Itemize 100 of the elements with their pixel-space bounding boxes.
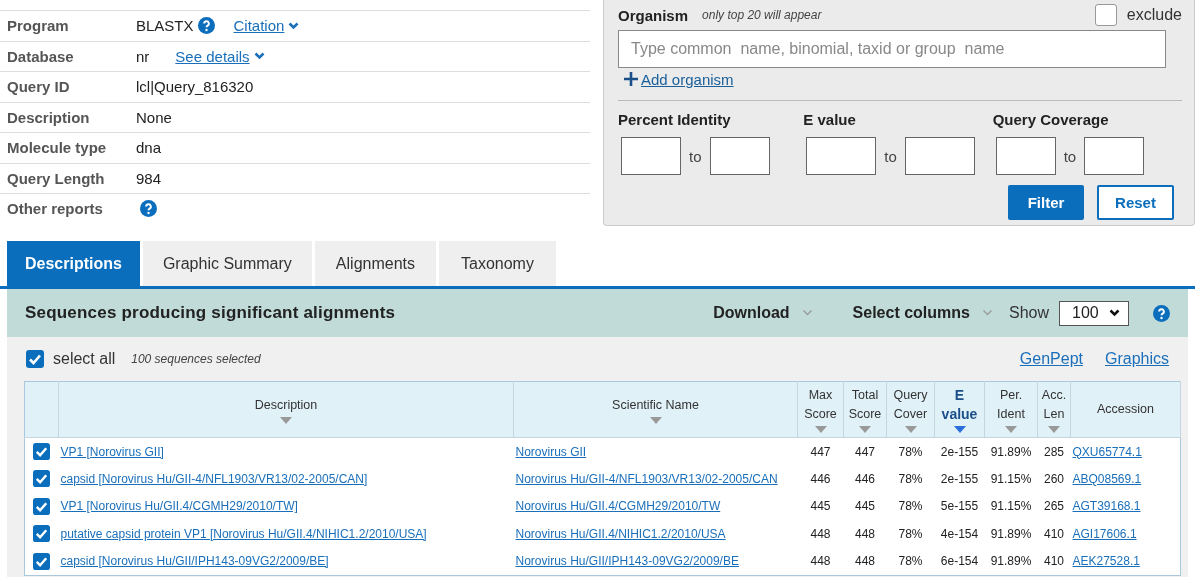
range-from-field[interactable] xyxy=(995,137,1056,175)
summary-label: Database xyxy=(7,47,75,65)
sort-arrow-icon xyxy=(1005,426,1017,433)
dropdown-link[interactable]: Citation xyxy=(233,17,285,35)
table-link[interactable]: VP1 [Norovirus Hu/GII.4/CGMH29/2010/TW] xyxy=(60,499,298,514)
accession-link[interactable]: AGI17606.1 xyxy=(1072,526,1137,541)
checkbox[interactable] xyxy=(33,443,51,460)
range-to-field[interactable] xyxy=(904,137,975,175)
summary-label: Molecule type xyxy=(7,139,108,157)
table-link[interactable]: putative capsid protein VP1 [Norovirus Hu/GII.4/NIHIC1.2/2010/USA] xyxy=(60,526,427,541)
select-columns-menu[interactable]: Select columns xyxy=(852,304,993,322)
to-label: to xyxy=(689,147,702,165)
table-cell: 78% xyxy=(898,471,923,486)
to-label: to xyxy=(1063,147,1077,165)
to-label: to xyxy=(884,147,897,165)
table-cell: 448 xyxy=(810,526,831,541)
organism-label: Organism xyxy=(618,6,689,24)
sort-arrow-icon xyxy=(280,416,292,424)
accession-link[interactable]: ABQ08569.1 xyxy=(1072,471,1142,486)
table-cell: 91.15% xyxy=(990,471,1032,486)
checkbox[interactable] xyxy=(26,350,44,368)
exclude-checkbox[interactable] xyxy=(1094,4,1117,26)
checkbox[interactable] xyxy=(33,552,51,570)
table-cell: 4e-154 xyxy=(940,526,979,541)
range-label: E value xyxy=(803,111,856,128)
accession-link[interactable]: AGT39168.1 xyxy=(1072,499,1141,514)
range-to-field[interactable] xyxy=(709,137,770,175)
table-link[interactable]: VP1 [Norovirus GII] xyxy=(60,444,164,459)
table-cell: 448 xyxy=(810,554,831,568)
reset-button[interactable]: Reset xyxy=(1097,185,1174,220)
sort-arrow-icon xyxy=(859,426,871,433)
help-icon[interactable] xyxy=(1153,304,1170,322)
summary-value: None xyxy=(136,108,172,126)
range-from-field[interactable] xyxy=(806,137,877,175)
table-cell: 6e-154 xyxy=(940,554,979,568)
summary-label: Other reports xyxy=(7,200,104,218)
organism-input-field[interactable]: Type common name, binomial, taxid or group name xyxy=(618,30,1166,68)
show-label: Show xyxy=(1008,304,1049,322)
tab[interactable]: Alignments xyxy=(314,241,436,286)
checkbox[interactable] xyxy=(33,470,51,488)
table-link[interactable]: Norovirus GII xyxy=(515,444,587,459)
column-header[interactable]: Accession xyxy=(1070,381,1181,438)
table-cell: 448 xyxy=(855,526,875,541)
table-cell: 2e-155 xyxy=(940,444,979,459)
column-header[interactable]: Query Cover xyxy=(886,381,935,438)
summary-value: lcl|Query_816320 xyxy=(136,78,254,96)
checkbox[interactable] xyxy=(33,525,51,543)
summary-value: dna xyxy=(136,139,162,157)
range-from-field[interactable] xyxy=(621,137,681,175)
tab[interactable]: Descriptions xyxy=(7,241,140,286)
checkbox[interactable] xyxy=(33,497,51,515)
chevron-icon xyxy=(801,309,813,317)
table-cell: 445 xyxy=(810,499,831,514)
select-all-label: select all xyxy=(53,350,116,368)
column-header[interactable]: Acc. Len xyxy=(1037,381,1071,438)
column-header[interactable]: E value xyxy=(934,381,985,438)
chevron-down-icon xyxy=(253,52,265,61)
chevron-down-icon xyxy=(288,21,300,30)
column-header[interactable]: Per. Ident xyxy=(984,381,1038,438)
tab[interactable]: Taxonomy xyxy=(439,241,556,286)
range-to-field[interactable] xyxy=(1084,137,1145,175)
sort-arrow-icon xyxy=(1048,426,1060,433)
table-link[interactable]: Norovirus Hu/GII-4/NFL1903/VR13/02-2005/CAN xyxy=(515,471,778,486)
sort-arrow-icon xyxy=(953,426,966,433)
accession-link[interactable]: AEK27528.1 xyxy=(1072,554,1140,568)
sort-arrow-icon xyxy=(814,426,827,433)
add-organism-link[interactable]: Add organism xyxy=(641,70,734,88)
column-header[interactable]: Total Score xyxy=(843,381,887,438)
results-title: Sequences producing significant alignments xyxy=(25,303,396,323)
selection-note: 100 sequences selected xyxy=(131,352,261,366)
column-header[interactable]: Scientific Name xyxy=(513,381,798,438)
summary-label: Query ID xyxy=(7,78,71,96)
help-icon[interactable] xyxy=(140,200,157,218)
chevron-down-icon xyxy=(1109,309,1120,317)
table-cell: 260 xyxy=(1044,471,1064,486)
table-cell: 91.89% xyxy=(990,444,1032,459)
table-link[interactable]: capsid [Norovirus Hu/GII/IPH143-09VG2/2009/BE] xyxy=(60,554,329,568)
filter-button[interactable]: Filter xyxy=(1008,185,1084,220)
download-menu[interactable]: Download xyxy=(713,304,813,322)
table-link[interactable]: Norovirus Hu/GII.4/NIHIC1.2/2010/USA xyxy=(515,526,726,541)
table-cell: 447 xyxy=(855,444,875,459)
table-link[interactable]: Norovirus Hu/GII.4/CGMH29/2010/TW xyxy=(515,499,721,514)
table-cell: 78% xyxy=(898,526,923,541)
table-link[interactable]: Norovirus Hu/GII/IPH143-09VG2/2009/BE xyxy=(515,554,739,568)
download-link[interactable]: GenPept xyxy=(1019,350,1083,368)
table-cell: 91.89% xyxy=(990,554,1032,568)
download-link[interactable]: Graphics xyxy=(1104,350,1169,368)
tab[interactable]: Graphic Summary xyxy=(142,241,312,286)
table-cell: 446 xyxy=(855,471,875,486)
accession-link[interactable]: QXU65774.1 xyxy=(1072,444,1142,459)
column-header[interactable]: Description xyxy=(58,381,514,438)
summary-value: nr xyxy=(136,47,150,65)
summary-value: BLASTX xyxy=(136,17,194,35)
help-icon[interactable] xyxy=(197,17,215,35)
table-cell: 265 xyxy=(1044,499,1064,514)
dropdown-link[interactable]: See details xyxy=(175,47,250,65)
column-header[interactable]: Max Score xyxy=(797,381,844,438)
table-link[interactable]: capsid [Norovirus Hu/GII-4/NFL1903/VR13/02-2005/CAN] xyxy=(60,471,368,486)
chevron-icon xyxy=(981,309,993,317)
show-select[interactable]: 100 xyxy=(1059,300,1129,326)
